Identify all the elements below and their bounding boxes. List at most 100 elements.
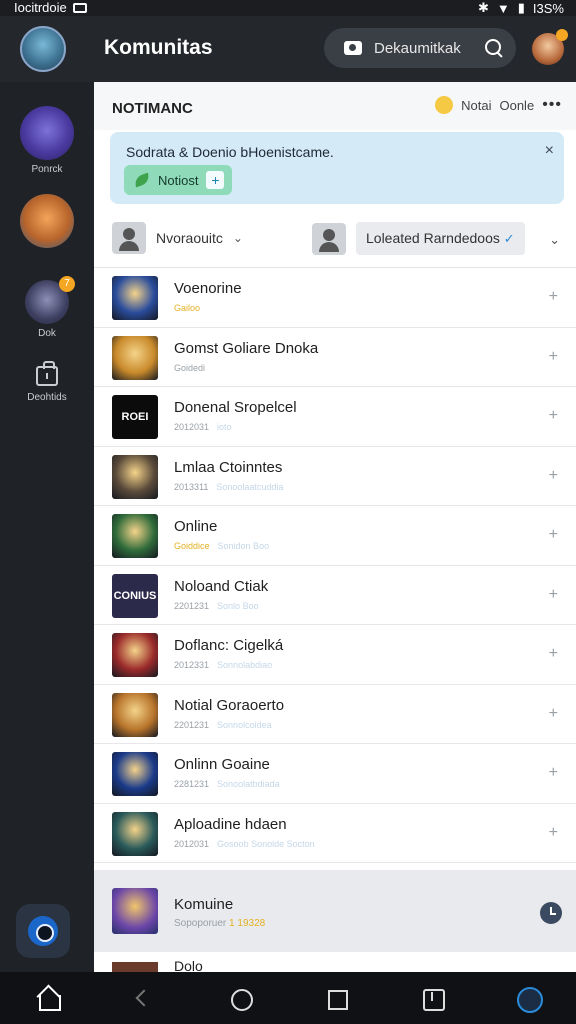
search-icon[interactable] [484, 38, 504, 58]
add-icon[interactable]: + [549, 824, 558, 842]
leaf-icon [132, 172, 152, 188]
home-circle-icon[interactable] [225, 983, 255, 1013]
thumbnail-image [112, 514, 158, 558]
emoji-icon [435, 96, 454, 114]
item-subtitle-extra: Sonoolatbdiada [217, 779, 280, 789]
add-icon[interactable]: + [549, 467, 558, 485]
list-item[interactable]: Lmlaa Ctoinntes 2013311 Sonoolaatcuddia + [94, 447, 576, 506]
upload-icon[interactable] [417, 983, 447, 1013]
section-heading: NOTIMANC [112, 100, 193, 117]
featured-row[interactable]: Komuine Sopoporuer 1 19328 [94, 870, 576, 952]
add-icon[interactable]: + [549, 407, 558, 425]
thumbnail-image [112, 692, 158, 737]
bottom-navigation [0, 972, 576, 1024]
item-subtitle: 2012031 Gosoob Sonolde Socton [174, 839, 315, 849]
list-item[interactable]: Notial Goraoerto 2201231 Sonnolcoidea + [94, 685, 576, 744]
app-title: Komunitas [104, 36, 213, 59]
item-name: Voenorine [174, 280, 242, 297]
back-icon[interactable] [129, 983, 159, 1013]
clock-icon[interactable] [540, 902, 562, 924]
list-item[interactable]: Doflanc: Cigelká 2012331 Sonnolabdiao + [94, 625, 576, 685]
notice-action-label: Notiost [158, 172, 199, 188]
notice-message: Sodrata & Doenio bHoenistcame. [126, 144, 334, 160]
item-subtitle: 2013311 Sonoolaatcuddia [174, 482, 283, 492]
game-thumbnail: CONIUS [112, 573, 158, 618]
profile-avatar[interactable] [532, 29, 568, 65]
item-subtitle-extra: Sonidon Boo [217, 541, 270, 551]
game-thumbnail [112, 454, 158, 499]
item-name: Notial Goraoerto [174, 696, 285, 714]
list-item[interactable]: Voenorine Gailoo + [94, 268, 576, 328]
add-icon[interactable]: + [549, 288, 558, 306]
thumbnail-image [112, 633, 158, 677]
list-item[interactable]: Gomst Goliare Dnoka Goidedi + [94, 328, 576, 387]
list-item[interactable]: ROEI Donenal Sropelcel 2012031 ioto + [94, 387, 576, 447]
list-item[interactable]: Aploadine hdaen 2012031 Gosoob Sonolde Soc… [94, 804, 576, 863]
add-icon[interactable]: + [549, 586, 558, 604]
featured-sub: Sopoporuer 1 19328 [174, 918, 265, 929]
item-name: Doflanc: Cigelká [174, 637, 284, 654]
thumbnail-image [112, 811, 158, 856]
featured-thumbnail [112, 888, 158, 934]
item-name: Dolo [174, 958, 203, 972]
sidebar-item-2[interactable] [0, 194, 94, 252]
sidebar-item-label: Dok [38, 328, 56, 339]
more-icon[interactable]: ••• [542, 96, 562, 114]
header-link-notai[interactable]: Notai [461, 98, 491, 113]
game-thumbnail [112, 633, 158, 677]
item-subtitle-text: 2281231 [174, 779, 210, 789]
plus-icon: + [206, 171, 225, 189]
battery-icon: ▮ [517, 0, 525, 15]
game-thumbnail [112, 752, 158, 796]
item-subtitle-text: Goidedi [174, 362, 206, 373]
filter-dropdown-1[interactable]: Nvoraouitc ⌄ [112, 222, 243, 254]
sidebar-item-3[interactable]: 7 Dok [0, 276, 94, 339]
item-subtitle-extra: Sonnolabdiao [217, 660, 273, 670]
main-panel: NOTIMANC Notai Oonle ••• Sodrata & Doeni… [94, 82, 576, 972]
add-icon[interactable]: + [549, 526, 558, 544]
status-bar: Iocitrdoie ✱ ▼ ▮ I3S% [0, 0, 576, 16]
header-link-oonle[interactable]: Oonle [499, 98, 534, 113]
item-subtitle: Gailoo [174, 303, 200, 313]
recents-icon[interactable] [321, 983, 351, 1013]
chevron-down-icon[interactable]: ⌄ [549, 232, 560, 248]
game-thumbnail [112, 276, 158, 320]
featured-sub-highlight: 1 19328 [229, 918, 266, 929]
camera-icon [344, 41, 362, 55]
list-item[interactable]: Online Goiddice Sonidon Boo + [94, 506, 576, 566]
item-subtitle-extra: ioto [217, 422, 232, 432]
add-icon[interactable]: + [549, 705, 558, 723]
eye-button[interactable] [16, 904, 70, 958]
item-subtitle: 2281231 Sonoolatbdiada [174, 779, 280, 789]
item-name: Donenal Sropelcel [174, 399, 297, 416]
bluetooth-icon: ✱ [477, 0, 489, 15]
filter-label: Loleated Rarndedoos ✓ [356, 222, 525, 255]
status-text: Iocitrdoie [14, 0, 67, 15]
item-name: Gomst Goliare Dnoka [174, 339, 319, 357]
close-icon[interactable]: × [545, 142, 554, 160]
sidebar-item-1[interactable]: Ponrck [0, 106, 94, 175]
game-thumbnail [112, 692, 158, 737]
thumbnail-image [112, 335, 158, 380]
sidebar-item-4[interactable]: Deohtids [0, 361, 94, 403]
profile-icon[interactable] [513, 983, 543, 1013]
add-icon[interactable]: + [549, 348, 558, 366]
sidebar-item-label: Ponrck [31, 164, 63, 175]
notification-icon [72, 2, 87, 13]
search-box[interactable]: Dekaumitkak [324, 28, 516, 68]
item-subtitle: Goiddice Sonidon Boo [174, 541, 269, 551]
bag-icon [36, 361, 58, 386]
chevron-down-icon: ⌄ [232, 231, 243, 245]
home-icon[interactable] [33, 983, 63, 1013]
add-icon[interactable]: + [549, 645, 558, 663]
list-item[interactable]: Dolo [94, 954, 576, 972]
filter-dropdown-2[interactable]: Loleated Rarndedoos ✓ [312, 222, 525, 255]
item-name: Aploadine hdaen [174, 815, 287, 833]
notice-action-button[interactable]: Notiost + [124, 165, 233, 195]
game-thumbnail [112, 335, 158, 380]
add-icon[interactable]: + [549, 764, 558, 782]
user-avatar[interactable] [20, 26, 66, 72]
list-item[interactable]: Onlinn Goaine 2281231 Sonoolatbdiada + [94, 744, 576, 804]
search-text: Dekaumitkak [374, 39, 461, 57]
list-item[interactable]: CONIUS Noloand Ctiak 2201231 Sonlo Boo + [94, 566, 576, 625]
